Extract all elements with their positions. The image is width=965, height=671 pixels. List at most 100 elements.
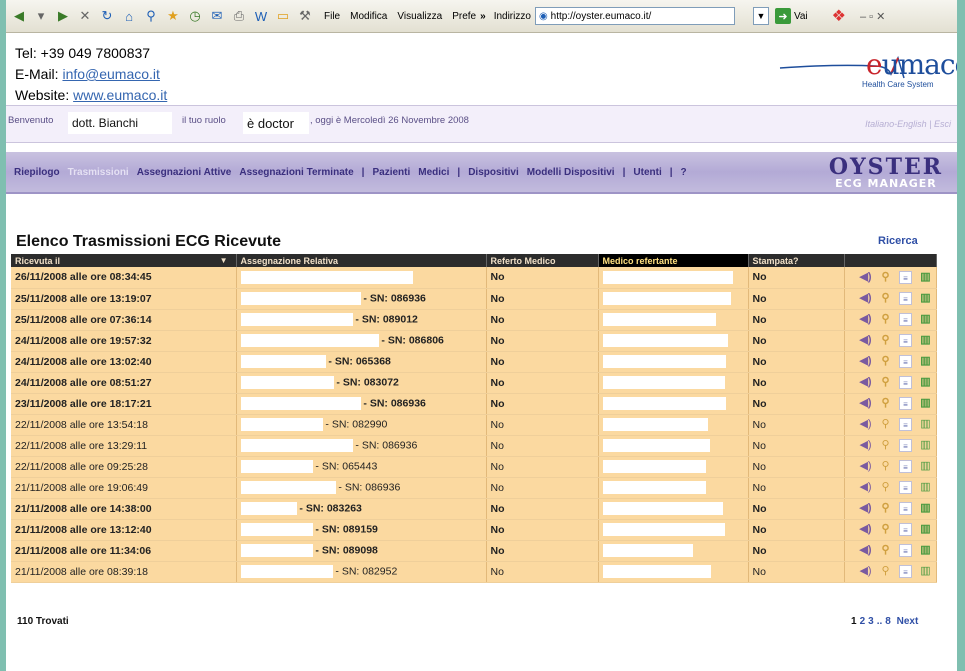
cell-assegnazione[interactable]: [236, 267, 487, 289]
cell-assegnazione[interactable]: - SN: 086936: [236, 435, 487, 457]
speaker-icon[interactable]: ◀): [859, 481, 872, 494]
cell-assegnazione[interactable]: - SN: 082990: [236, 414, 487, 436]
document-icon[interactable]: ≡: [899, 292, 912, 305]
cell-assegnazione[interactable]: - SN: 065368: [236, 351, 487, 373]
table-row[interactable]: 21/11/2008 alle ore 14:38:00 - SN: 08326…: [11, 498, 937, 520]
nav-assegnazioni-attive[interactable]: Assegnazioni Attive: [137, 167, 232, 178]
barcode-icon[interactable]: ▥: [919, 418, 932, 431]
speaker-icon[interactable]: ◀): [859, 376, 872, 389]
nav-modelli-dispositivi[interactable]: Modelli Dispositivi: [527, 167, 615, 178]
next-page-link[interactable]: Next: [897, 616, 919, 627]
forward-icon[interactable]: ▶: [54, 7, 72, 25]
go-button[interactable]: ➜ Vai: [774, 8, 808, 24]
speaker-icon[interactable]: ◀): [859, 397, 872, 410]
barcode-icon[interactable]: ▥: [919, 313, 932, 326]
back-icon[interactable]: ◀: [10, 7, 28, 25]
page-1[interactable]: 1: [851, 616, 857, 627]
magnifier-icon[interactable]: ⚲: [879, 313, 892, 326]
table-row[interactable]: 21/11/2008 alle ore 19:06:49 - SN: 08693…: [11, 477, 937, 499]
barcode-icon[interactable]: ▥: [919, 376, 932, 389]
document-icon[interactable]: ≡: [899, 270, 912, 284]
menu-file[interactable]: File: [324, 11, 340, 22]
magnifier-icon[interactable]: ⚲: [879, 355, 892, 368]
magnifier-icon[interactable]: ⚲: [879, 334, 892, 347]
nav-medici[interactable]: Medici: [418, 167, 449, 178]
language-links[interactable]: Italiano-English | Esci: [865, 119, 951, 129]
speaker-icon[interactable]: ◀): [859, 313, 872, 326]
history-icon[interactable]: ◷: [186, 7, 204, 25]
menu-modifica[interactable]: Modifica: [350, 11, 387, 22]
col-header-medico[interactable]: Medico refertante: [598, 254, 749, 267]
cell-assegnazione[interactable]: - SN: 065443: [236, 456, 487, 478]
document-icon[interactable]: ≡: [899, 502, 912, 515]
page-3[interactable]: 3: [868, 616, 874, 627]
table-row[interactable]: 23/11/2008 alle ore 18:17:21 - SN: 08693…: [11, 393, 937, 415]
document-icon[interactable]: ≡: [899, 376, 912, 389]
magnifier-icon[interactable]: ⚲: [879, 481, 892, 494]
table-row[interactable]: 22/11/2008 alle ore 13:29:11 - SN: 08693…: [11, 435, 937, 457]
barcode-icon[interactable]: ▥: [919, 481, 932, 494]
magnifier-icon[interactable]: ⚲: [879, 565, 892, 578]
menu-overflow[interactable]: »: [480, 11, 486, 22]
cell-assegnazione[interactable]: - SN: 086936: [236, 477, 487, 499]
table-row[interactable]: 25/11/2008 alle ore 07:36:14 - SN: 08901…: [11, 309, 937, 331]
home-icon[interactable]: ⌂: [120, 7, 138, 25]
document-icon[interactable]: ≡: [899, 565, 912, 578]
speaker-icon[interactable]: ◀): [859, 271, 872, 284]
nav-dispositivi[interactable]: Dispositivi: [468, 167, 519, 178]
speaker-icon[interactable]: ◀): [859, 502, 872, 515]
barcode-icon[interactable]: ▥: [919, 523, 932, 536]
document-icon[interactable]: ≡: [899, 355, 912, 368]
magnifier-icon[interactable]: ⚲: [879, 397, 892, 410]
speaker-icon[interactable]: ◀): [859, 523, 872, 536]
speaker-icon[interactable]: ◀): [859, 355, 872, 368]
cell-assegnazione[interactable]: - SN: 083072: [236, 372, 487, 394]
stop-icon[interactable]: ✕: [76, 7, 94, 25]
cell-assegnazione[interactable]: - SN: 083263: [236, 498, 487, 520]
cell-assegnazione[interactable]: - SN: 086806: [236, 330, 487, 352]
table-row[interactable]: 21/11/2008 alle ore 08:39:18 - SN: 08295…: [11, 561, 937, 583]
col-header-referto[interactable]: Referto Medico: [486, 254, 599, 267]
nav-assegnazioni-terminate[interactable]: Assegnazioni Terminate: [239, 167, 353, 178]
cell-assegnazione[interactable]: - SN: 089098: [236, 540, 487, 562]
tools-icon[interactable]: ⚒: [296, 7, 314, 25]
document-icon[interactable]: ≡: [899, 481, 912, 494]
speaker-icon[interactable]: ◀): [859, 292, 872, 305]
barcode-icon[interactable]: ▥: [919, 544, 932, 557]
menu-preferiti[interactable]: Prefe: [452, 11, 476, 22]
document-icon[interactable]: ≡: [899, 460, 912, 473]
magnifier-icon[interactable]: ⚲: [879, 439, 892, 452]
page-2[interactable]: 2: [860, 616, 866, 627]
document-icon[interactable]: ≡: [899, 313, 912, 326]
magnifier-icon[interactable]: ⚲: [879, 544, 892, 557]
table-row[interactable]: 25/11/2008 alle ore 13:19:07 - SN: 08693…: [11, 288, 937, 310]
table-row[interactable]: 21/11/2008 alle ore 13:12:40 - SN: 08915…: [11, 519, 937, 541]
folder-icon[interactable]: ▭: [274, 7, 292, 25]
cell-assegnazione[interactable]: - SN: 086936: [236, 288, 487, 310]
cell-assegnazione[interactable]: - SN: 089012: [236, 309, 487, 331]
magnifier-icon[interactable]: ⚲: [879, 292, 892, 305]
barcode-icon[interactable]: ▥: [919, 334, 932, 347]
speaker-icon[interactable]: ◀): [859, 334, 872, 347]
menu-visualizza[interactable]: Visualizza: [397, 11, 442, 22]
magnifier-icon[interactable]: ⚲: [879, 523, 892, 536]
magnifier-icon[interactable]: ⚲: [879, 502, 892, 515]
nav-trasmissioni[interactable]: Trasmissioni: [68, 167, 129, 178]
document-icon[interactable]: ≡: [899, 523, 912, 536]
cell-assegnazione[interactable]: - SN: 089159: [236, 519, 487, 541]
table-row[interactable]: 24/11/2008 alle ore 08:51:27 - SN: 08307…: [11, 372, 937, 394]
search-link[interactable]: Ricerca: [878, 235, 918, 247]
table-row[interactable]: 26/11/2008 alle ore 08:34:45 No No ◀) ⚲ ≡ ▥: [11, 267, 937, 289]
col-header-assegnazione[interactable]: Assegnazione Relativa: [236, 254, 487, 267]
barcode-icon[interactable]: ▥: [919, 460, 932, 473]
table-row[interactable]: 22/11/2008 alle ore 13:54:18 - SN: 08299…: [11, 414, 937, 436]
window-controls[interactable]: – ▫ ✕: [860, 10, 885, 23]
speaker-icon[interactable]: ◀): [859, 544, 872, 557]
nav-pazienti[interactable]: Pazienti: [372, 167, 410, 178]
document-icon[interactable]: ≡: [899, 544, 912, 557]
barcode-icon[interactable]: ▥: [919, 355, 932, 368]
mail-icon[interactable]: ✉: [208, 7, 226, 25]
speaker-icon[interactable]: ◀): [859, 418, 872, 431]
barcode-icon[interactable]: ▥: [919, 292, 932, 305]
magnifier-icon[interactable]: ⚲: [879, 460, 892, 473]
